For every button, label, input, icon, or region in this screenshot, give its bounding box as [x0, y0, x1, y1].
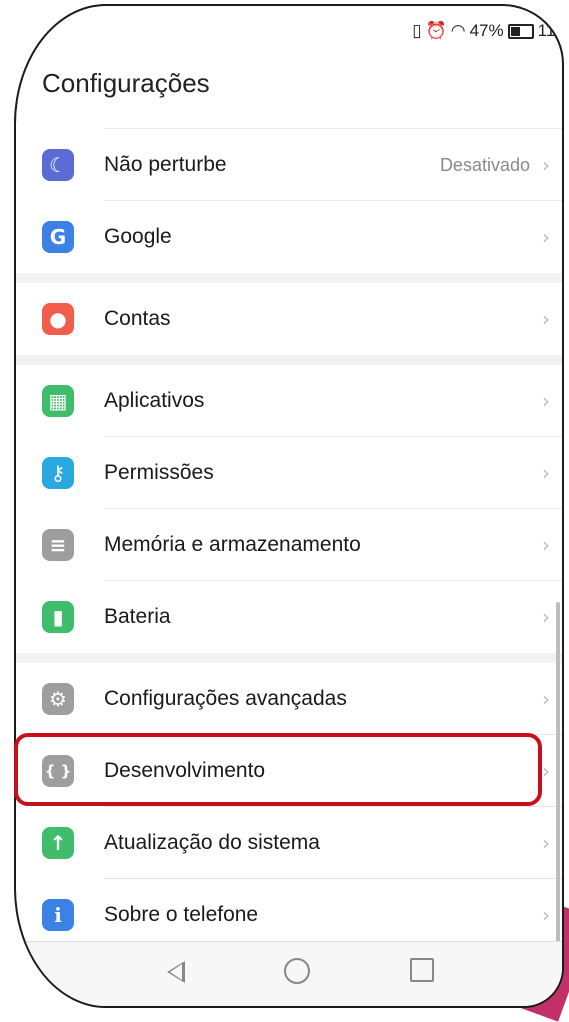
- battery-percent: 47%: [469, 21, 504, 40]
- apps-grid-icon: ▦: [42, 385, 74, 417]
- status-bar: ▯ ⏰ ◠ 47% 11:: [412, 18, 562, 44]
- google-icon: G: [42, 221, 74, 253]
- info-icon: i: [42, 899, 74, 931]
- back-icon[interactable]: [163, 958, 191, 986]
- item-label: Contas: [104, 307, 171, 330]
- section-gap: [16, 653, 562, 663]
- chevron-right-icon: ›: [542, 903, 550, 927]
- chevron-right-icon: ›: [542, 307, 550, 331]
- highlight-annotation: [14, 733, 542, 806]
- settings-item-contas[interactable]: ● Contas ›: [16, 283, 562, 355]
- page-title: Configurações: [42, 68, 210, 98]
- recent-apps-icon[interactable]: [410, 958, 434, 982]
- item-label: Google: [104, 225, 172, 248]
- alarm-icon: ⏰: [425, 21, 447, 40]
- vibrate-icon: ▯: [412, 21, 422, 40]
- battery-status-icon: [507, 23, 534, 39]
- settings-item-aplicativos[interactable]: ▦ Aplicativos ›: [16, 365, 562, 437]
- settings-item-nao-perturbe[interactable]: ☾ Não perturbe Desativado ›: [16, 129, 562, 201]
- moon-icon: ☾: [42, 149, 74, 181]
- settings-item-memoria[interactable]: ≡ Memória e armazenamento ›: [16, 509, 562, 581]
- item-label: Aplicativos: [104, 389, 205, 412]
- settings-item-bateria[interactable]: ▮ Bateria ›: [16, 581, 562, 653]
- key-icon: ⚷: [42, 457, 74, 489]
- home-icon[interactable]: [284, 958, 310, 984]
- settings-item-google[interactable]: G Google ›: [16, 201, 562, 273]
- chevron-right-icon: ›: [542, 461, 550, 485]
- system-update-icon: ↑: [42, 827, 74, 859]
- battery-icon: ▮: [42, 601, 74, 633]
- item-label: Atualização do sistema: [104, 831, 320, 854]
- chevron-right-icon: ›: [542, 759, 550, 783]
- item-value: Desativado: [439, 154, 530, 175]
- section-gap: [16, 355, 562, 365]
- chevron-right-icon: ›: [542, 533, 550, 557]
- chevron-right-icon: ›: [542, 605, 550, 629]
- section-gap: [16, 273, 562, 283]
- item-label: Não perturbe: [104, 153, 227, 176]
- navigation-bar: [16, 941, 562, 1006]
- phone-frame: ▯ ⏰ ◠ 47% 11: Configurações ☾ Não pertur…: [14, 4, 564, 1008]
- account-icon: ●: [42, 303, 74, 335]
- chevron-right-icon: ›: [542, 831, 550, 855]
- chevron-right-icon: ›: [542, 225, 550, 249]
- scrollbar[interactable]: [556, 602, 560, 947]
- item-label: Sobre o telefone: [104, 903, 259, 926]
- wifi-icon: ◠: [450, 21, 466, 40]
- status-time: 11:: [537, 21, 560, 40]
- chevron-right-icon: ›: [542, 687, 550, 711]
- gear-icon: ⚙: [42, 683, 74, 715]
- chevron-right-icon: ›: [542, 389, 550, 413]
- item-label: Memória e armazenamento: [104, 533, 361, 556]
- storage-icon: ≡: [42, 529, 74, 561]
- chevron-right-icon: ›: [542, 153, 550, 177]
- settings-list: ☾ Não perturbe Desativado › G Google › ●…: [16, 128, 562, 951]
- settings-item-configuracoes-avancadas[interactable]: ⚙ Configurações avançadas ›: [16, 663, 562, 735]
- item-label: Permissões: [104, 461, 214, 484]
- item-label: Configurações avançadas: [104, 687, 347, 710]
- item-label: Bateria: [104, 605, 171, 628]
- settings-item-atualizacao-sistema[interactable]: ↑ Atualização do sistema ›: [16, 807, 562, 879]
- settings-item-permissoes[interactable]: ⚷ Permissões ›: [16, 437, 562, 509]
